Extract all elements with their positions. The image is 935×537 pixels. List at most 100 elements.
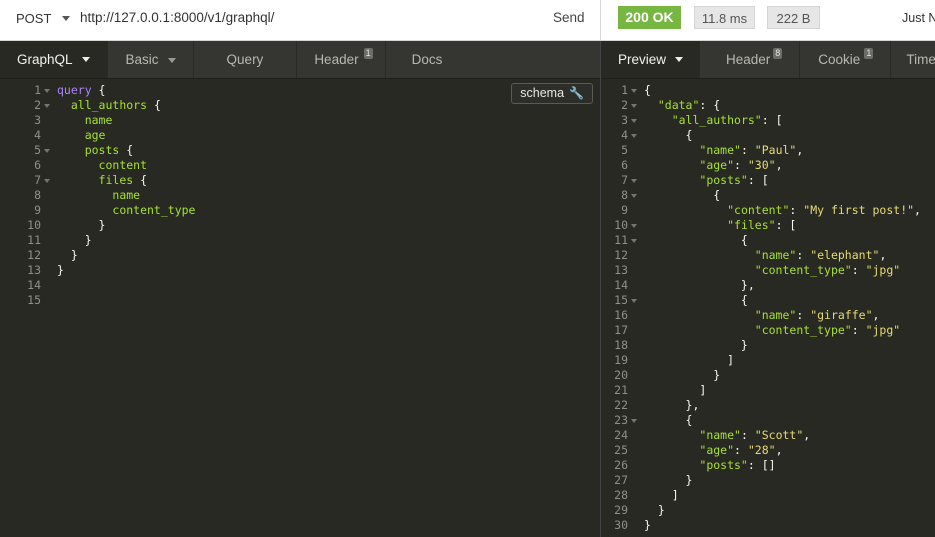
fold-arrow-icon[interactable] xyxy=(631,239,637,243)
code-text: content xyxy=(57,158,147,173)
fold-arrow-icon[interactable] xyxy=(631,119,637,123)
line-number: 17 xyxy=(614,323,628,337)
line-number: 13 xyxy=(27,263,41,277)
code-text: { xyxy=(644,293,748,308)
line-number: 5 xyxy=(621,143,628,157)
fold-arrow-icon[interactable] xyxy=(631,134,637,138)
fold-arrow-icon[interactable] xyxy=(44,149,50,153)
fold-arrow-icon[interactable] xyxy=(631,179,637,183)
code-token: "jpg" xyxy=(865,323,901,337)
fold-arrow-icon[interactable] xyxy=(631,89,637,93)
tab-preview[interactable]: Preview xyxy=(602,41,701,78)
line-number: 3 xyxy=(34,113,41,127)
method-dropdown[interactable]: POST xyxy=(16,11,71,26)
schema-button[interactable]: schema 🔧 xyxy=(511,83,593,104)
code-token: "data" xyxy=(657,98,700,112)
tab-timeline[interactable]: Timeline xyxy=(891,41,935,78)
code-token: "posts" xyxy=(699,173,748,187)
code-token: } xyxy=(644,518,651,532)
tab-cookie[interactable]: Cookie 1 xyxy=(800,41,892,78)
code-text: { xyxy=(644,128,693,143)
code-token: content xyxy=(98,158,148,172)
tab-header[interactable]: Header 1 xyxy=(297,41,386,78)
code-token: : [ xyxy=(775,218,797,232)
header-count-badge: 8 xyxy=(773,48,783,59)
line-number: 3 xyxy=(621,113,628,127)
line-number: 20 xyxy=(614,368,628,382)
fold-arrow-icon[interactable] xyxy=(631,299,637,303)
code-token: { xyxy=(91,83,106,97)
tab-label: Timeline xyxy=(906,52,935,67)
tab-query[interactable]: Query xyxy=(194,41,298,78)
tab-label: Cookie xyxy=(818,52,861,67)
code-token: : xyxy=(851,323,866,337)
fold-arrow-icon[interactable] xyxy=(44,89,50,93)
line-number: 13 xyxy=(614,263,628,277)
code-text: "content_type": "jpg" xyxy=(644,263,900,278)
code-text: }, xyxy=(644,278,755,293)
line-number: 11 xyxy=(27,233,41,247)
query-editor[interactable]: schema 🔧 1 query {2 all_authors {3 name 4 … xyxy=(0,79,600,537)
code-text: { xyxy=(644,413,693,428)
tab-label: Query xyxy=(226,52,264,67)
fold-arrow-icon[interactable] xyxy=(631,419,637,423)
code-text: } xyxy=(644,368,720,383)
code-token: : xyxy=(851,263,866,277)
code-text: "name": "Scott", xyxy=(644,428,810,443)
line-number: 8 xyxy=(34,188,41,202)
line-number: 4 xyxy=(34,128,41,142)
code-text: "name": "Paul", xyxy=(644,143,803,158)
fold-arrow-icon[interactable] xyxy=(44,179,50,183)
code-text: { xyxy=(644,188,720,203)
code-text: "age": "30", xyxy=(644,158,782,173)
request-pane: GraphQL Basic Query Header 1 Docs schema… xyxy=(0,41,601,537)
code-token: "posts" xyxy=(699,458,748,472)
code-token: , xyxy=(914,203,921,217)
code-text: { xyxy=(644,83,651,98)
tab-graphql[interactable]: GraphQL xyxy=(0,41,108,78)
chevron-down-icon xyxy=(62,16,71,21)
code-token: { xyxy=(119,143,134,157)
line-number: 12 xyxy=(27,248,41,262)
response-tabs: Preview Header 8 Cookie 1 Timeline xyxy=(602,41,935,79)
line-number: 8 xyxy=(621,188,628,202)
tab-response-header[interactable]: Header 8 xyxy=(700,41,801,78)
code-token: "28" xyxy=(747,443,776,457)
code-token: } xyxy=(644,368,721,382)
line-number: 11 xyxy=(614,233,628,247)
code-token: "age" xyxy=(699,158,735,172)
tab-basic[interactable]: Basic xyxy=(108,41,194,78)
code-token: "My first post!" xyxy=(803,203,915,217)
response-time-badge: 11.8 ms xyxy=(694,6,755,29)
code-token: ] xyxy=(644,383,707,397)
response-viewer[interactable]: 1{2 "data": {3 "all_authors": [4 {5 "nam… xyxy=(602,79,935,537)
code-token: : xyxy=(734,158,748,172)
tab-docs[interactable]: Docs xyxy=(386,41,471,78)
line-number: 28 xyxy=(614,488,628,502)
fold-arrow-icon[interactable] xyxy=(631,194,637,198)
code-token: "name" xyxy=(754,248,797,262)
tab-label: Preview xyxy=(618,51,667,67)
send-button[interactable]: Send xyxy=(553,10,585,25)
method-label: POST xyxy=(16,11,52,26)
line-number: 14 xyxy=(614,278,628,292)
response-received-time[interactable]: Just N xyxy=(902,11,935,25)
fold-arrow-icon[interactable] xyxy=(44,104,50,108)
code-token: query xyxy=(57,83,92,97)
code-text: } xyxy=(644,503,665,518)
fold-arrow-icon[interactable] xyxy=(631,224,637,228)
fold-arrow-icon[interactable] xyxy=(631,104,637,108)
code-token: : xyxy=(796,248,811,262)
code-text: } xyxy=(57,263,64,278)
line-number: 25 xyxy=(614,443,628,457)
code-text: ] xyxy=(644,488,679,503)
tab-label: Header xyxy=(726,52,771,67)
url-input[interactable] xyxy=(80,10,520,25)
